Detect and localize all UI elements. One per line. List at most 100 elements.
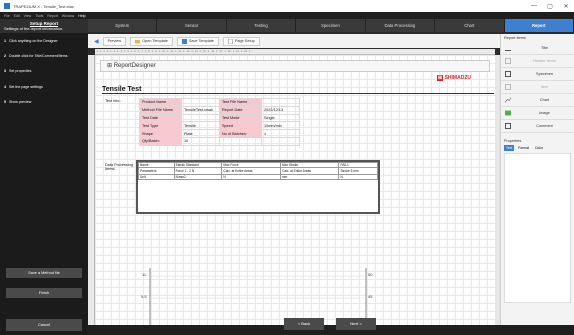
tab-data-processing[interactable]: Data Processing — [365, 19, 436, 32]
table-cell: Shape — [139, 129, 182, 138]
table-row: Unit N/mm2 N mm N — [138, 174, 378, 180]
maximize-button[interactable]: ▢ — [542, 3, 558, 10]
setup-step: 4 Set the page settings — [4, 85, 84, 89]
back-button[interactable]: < Back — [284, 318, 324, 330]
title-icon — [505, 45, 511, 51]
menu-tools[interactable]: Tools — [35, 14, 43, 18]
data-processing-label: Data Processing Items: — [105, 163, 133, 172]
properties-tab-format[interactable]: Format — [516, 145, 531, 151]
table-cell — [261, 136, 300, 146]
report-toolbar: ◀ Preview Open Template Save Template Pa… — [88, 34, 500, 48]
header-icon — [505, 58, 511, 64]
table-cell: Test File Name — [219, 98, 262, 107]
page-setup-button[interactable]: Page Setup — [222, 36, 260, 46]
report-item-chart[interactable]: Chart — [501, 94, 574, 107]
table-cell: N — [338, 174, 378, 180]
report-item-title[interactable]: Title — [501, 42, 574, 55]
window-titlebar: TRAPEZIUM X - Tensile_Test.xtac — ▢ ✕ — [0, 0, 574, 12]
preview-button[interactable]: Preview — [102, 36, 127, 46]
step-number: 5 — [4, 99, 6, 104]
report-item-label: Comment — [536, 124, 553, 128]
menu-help[interactable]: Help — [78, 14, 85, 18]
data-processing-box[interactable]: Name Elastic Standard Max Force Max Stro… — [136, 160, 380, 214]
report-item-header[interactable]: Header Items — [501, 55, 574, 68]
table-cell: Stroke 5 mm — [338, 167, 378, 175]
report-item-image[interactable]: Image — [501, 107, 574, 120]
report-item-label: Item — [540, 85, 549, 89]
properties-tab-color[interactable]: Color — [533, 145, 545, 151]
table-row: Product Name Test File Name — [139, 98, 300, 107]
vertical-ruler — [88, 55, 95, 325]
table-row: Test Type Tensile Speed 10mm/min — [139, 121, 300, 131]
folder-icon — [135, 39, 141, 43]
chart-left-tick: 11 — [142, 272, 147, 277]
setup-header: Setup Report Settings of the report info… — [0, 19, 88, 33]
properties-tabs: Text Format Color — [501, 145, 574, 151]
step-text: Set properties — [9, 69, 32, 74]
tab-report[interactable]: Report — [504, 19, 574, 32]
table-cell: Test Date — [139, 113, 182, 123]
table-cell: mm — [279, 174, 340, 180]
logo-mark-icon: ⊞ — [437, 75, 444, 81]
step-number: 2 — [4, 54, 6, 59]
table-row: Test Date Test Mode Single — [139, 113, 300, 123]
tab-specimen[interactable]: Specimen — [296, 19, 366, 32]
tab-system[interactable]: System — [88, 19, 158, 32]
table-cell: Parameters — [138, 167, 175, 175]
chart-right-tick: 45 — [368, 294, 373, 299]
table-cell: Qty/Batch: — [139, 136, 182, 146]
table-row: Method File Name TensileTest.xmak Report… — [139, 105, 300, 115]
report-item-item[interactable]: Item — [501, 81, 574, 94]
report-items-title: Report Items — [504, 36, 526, 40]
table-cell: TensileTest.xmak — [181, 105, 220, 115]
menu-file[interactable]: File — [4, 14, 10, 18]
logo-text: SHIMADZU — [444, 75, 471, 81]
close-button[interactable]: ✕ — [558, 3, 574, 10]
chart-placeholder[interactable]: 11 9.5 50 45 — [140, 268, 380, 325]
menu-view[interactable]: View — [24, 14, 32, 18]
specimen-icon — [505, 71, 511, 77]
table-cell — [219, 136, 262, 146]
shimadzu-logo: ⊞ SHIMADZU — [437, 75, 471, 81]
table-row: Qty/Batch: 10 — [139, 136, 300, 146]
chart-axes: 11 9.5 50 45 — [141, 268, 373, 325]
step-text: Show preview — [9, 99, 32, 104]
tab-chart[interactable]: Chart — [435, 19, 505, 32]
test-info-label: Test Info.: — [105, 99, 122, 103]
report-title[interactable]: Tensile Test — [102, 86, 494, 94]
table-cell: No of Batches: — [219, 129, 262, 138]
save-method-button[interactable]: Save a Method file — [6, 268, 82, 278]
table-cell — [181, 98, 220, 107]
menu-report[interactable]: Report — [47, 14, 58, 18]
report-item-comment[interactable]: Comment — [501, 120, 574, 133]
properties-tab-text[interactable]: Text — [504, 145, 515, 151]
table-cell — [261, 98, 300, 107]
back-arrow-icon[interactable]: ◀ — [94, 38, 99, 45]
designer-icon: ⊞ — [107, 63, 113, 69]
setup-step: 2 Double click for Title/Comment/Items — [4, 54, 84, 58]
report-item-label: Header Items — [533, 59, 556, 63]
table-row: Shape Plate No of Batches: 1 — [139, 129, 300, 138]
preview-label: Preview — [107, 39, 122, 43]
menu-window[interactable]: Window — [62, 14, 74, 18]
report-item-specimen[interactable]: Specimen — [501, 68, 574, 81]
finish-button[interactable]: Finish — [6, 288, 82, 298]
next-button[interactable]: Next > — [336, 318, 376, 330]
step-text: Double click for Title/Comment/Items — [9, 54, 68, 59]
open-template-button[interactable]: Open Template — [130, 36, 173, 46]
cancel-button[interactable]: Cancel — [6, 319, 82, 331]
tab-sensor[interactable]: Sensor — [157, 19, 227, 32]
report-designer-header: ⊞ ReportDesigner — [100, 60, 490, 72]
menu-edit[interactable]: Edit — [14, 14, 20, 18]
minimize-button[interactable]: — — [526, 3, 542, 10]
app-icon — [4, 3, 10, 9]
table-cell: N/mm2 — [173, 174, 223, 180]
tab-testing[interactable]: Testing — [226, 19, 297, 32]
report-item-label: Chart — [539, 98, 550, 102]
setup-step: 5 Show preview — [4, 100, 84, 104]
table-cell: Test Type — [139, 121, 182, 131]
properties-body[interactable] — [504, 153, 571, 303]
step-number: 3 — [4, 69, 6, 74]
test-info-table[interactable]: Product Name Test File Name Method File … — [139, 98, 300, 146]
save-template-button[interactable]: Save Template — [176, 36, 219, 46]
